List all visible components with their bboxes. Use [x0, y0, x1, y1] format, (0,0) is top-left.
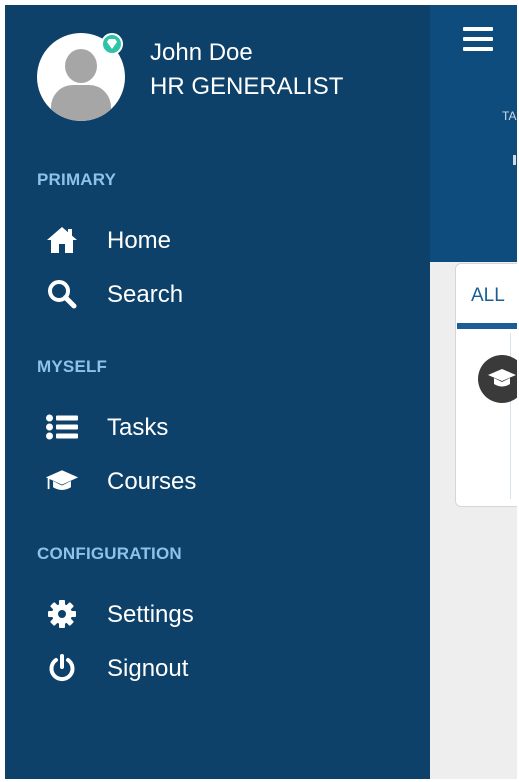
list-icon: [45, 412, 79, 442]
sidebar-item-label: Signout: [107, 655, 189, 682]
graduation-cap-icon: [488, 369, 516, 387]
user-role: HR GENERALIST: [150, 73, 344, 100]
sidebar-item-settings[interactable]: Settings: [45, 591, 405, 637]
gear-icon: [45, 599, 79, 629]
sidebar-item-signout[interactable]: Signout: [45, 645, 405, 691]
tab-all[interactable]: ALL: [471, 285, 505, 307]
status-badge: [101, 33, 123, 55]
section-title-primary: PRIMARY: [37, 170, 117, 189]
sidebar-item-courses[interactable]: Courses: [45, 458, 405, 504]
main-header-tick: [513, 155, 516, 165]
sidebar-item-search[interactable]: Search: [45, 271, 405, 317]
sidebar-item-label: Tasks: [107, 414, 169, 441]
search-icon: [45, 279, 79, 309]
sidebar: John Doe HR GENERALIST PRIMARY Home Sear…: [5, 5, 430, 779]
section-title-myself: MYSELF: [37, 357, 108, 376]
section-title-configuration: CONFIGURATION: [37, 544, 182, 563]
sidebar-item-home[interactable]: Home: [45, 217, 405, 263]
sidebar-item-label: Search: [107, 281, 184, 308]
avatar-body: [51, 85, 111, 121]
tab-active-indicator: [457, 323, 517, 329]
home-icon: [45, 225, 79, 255]
app-frame: TA ALL John Doe HR GENERALIST PRIMARY Ho…: [5, 5, 517, 779]
diamond-icon: [107, 39, 117, 49]
sidebar-item-label: Settings: [107, 601, 194, 628]
graduation-cap-icon: [45, 466, 79, 496]
main-header-text: TA: [502, 109, 517, 123]
sidebar-item-label: Home: [107, 227, 172, 254]
power-icon: [45, 653, 79, 683]
sidebar-item-tasks[interactable]: Tasks: [45, 404, 405, 450]
avatar-head: [65, 49, 97, 83]
sidebar-item-label: Courses: [107, 468, 197, 495]
menu-icon[interactable]: [463, 27, 493, 51]
user-name: John Doe: [150, 39, 253, 66]
